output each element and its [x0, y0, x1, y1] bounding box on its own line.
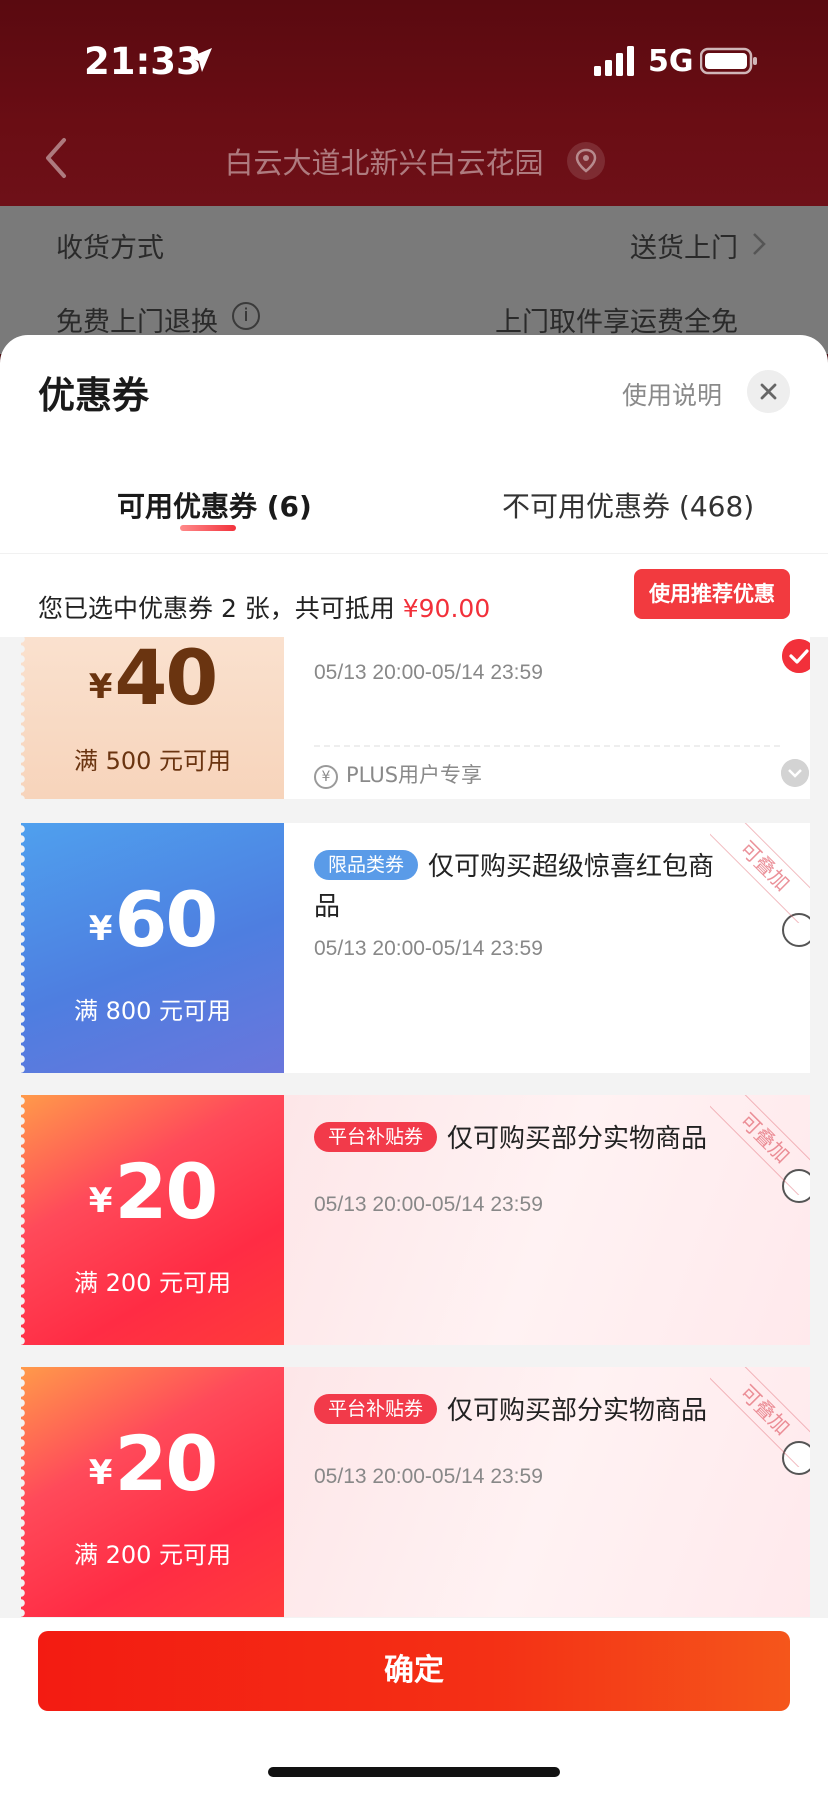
free-return-label: 免费上门退换 [56, 307, 218, 338]
coupon-checkbox-checked[interactable] [782, 639, 810, 673]
coupon-value-panel: ¥20 满 200 元可用 [21, 1367, 284, 1617]
location-arrow-icon [188, 48, 212, 72]
status-bar: 21:33 5G [0, 0, 828, 120]
coupon-value-panel: ¥60 满 800 元可用 [21, 823, 284, 1073]
tab-available[interactable]: 可用优惠券 (6) [117, 485, 312, 525]
coupon-info-panel: 05/13 20:00-05/14 23:59 ¥ PLUS用户专享 [284, 637, 810, 799]
delivery-method-label: 收货方式 [56, 233, 164, 264]
coupon-card[interactable]: ¥20 满 200 元可用 平台补贴券 仅可购买部分实物商品 05/13 20:0… [21, 1095, 810, 1345]
coupon-validity: 05/13 20:00-05/14 23:59 [314, 937, 543, 960]
coupon-amount: ¥20 [88, 1147, 218, 1236]
summary-label: 您已选中优惠券 2 张，共可抵用 [38, 594, 403, 623]
active-tab-indicator [180, 525, 236, 531]
info-icon[interactable]: i [232, 302, 260, 330]
coupon-amount: ¥20 [88, 1419, 218, 1508]
coupon-list[interactable]: ¥40 满 500 元可用 05/13 20:00-05/14 23:59 ¥ P… [0, 637, 828, 1637]
home-indicator [268, 1767, 560, 1777]
coupon-amount: ¥60 [88, 875, 218, 964]
coupon-validity: 05/13 20:00-05/14 23:59 [314, 661, 543, 684]
network-label: 5G [648, 44, 694, 79]
coupon-card[interactable]: ¥40 满 500 元可用 05/13 20:00-05/14 23:59 ¥ P… [21, 637, 810, 799]
coupon-validity: 05/13 20:00-05/14 23:59 [314, 1193, 543, 1216]
status-time: 21:33 [84, 40, 202, 83]
close-button[interactable] [747, 370, 790, 413]
signal-icon [594, 46, 634, 76]
delivery-method-value: 送货上门 [630, 233, 738, 264]
coupon-value-panel: ¥20 满 200 元可用 [21, 1095, 284, 1345]
coupon-validity: 05/13 20:00-05/14 23:59 [314, 1465, 543, 1488]
coupon-info-panel: 平台补贴券 仅可购买部分实物商品 05/13 20:00-05/14 23:59 … [284, 1367, 810, 1617]
address-title: 白云大道北新兴白云花园 [224, 146, 544, 180]
coupon-tag: 平台补贴券 [314, 1394, 438, 1424]
plus-member-note: ¥ PLUS用户专享 [314, 759, 482, 789]
sheet-footer: 确定 [0, 1618, 828, 1796]
background-header: 21:33 5G 白云大道北新兴白云花园 [0, 0, 828, 206]
coupon-info-panel: 限品类券 仅可购买超级惊喜红包商品 05/13 20:00-05/14 23:59… [284, 823, 810, 1073]
use-recommended-button[interactable]: 使用推荐优惠 [634, 569, 790, 619]
coupon-description: 平台补贴券 仅可购买部分实物商品 [314, 1119, 734, 1159]
coupon-condition: 满 500 元可用 [73, 747, 232, 775]
summary-amount: ¥90.00 [402, 594, 491, 623]
stackable-badge: 可叠加 [710, 1367, 810, 1467]
tab-unavailable[interactable]: 不可用优惠券 (468) [502, 485, 754, 525]
yen-circle-icon: ¥ [314, 765, 338, 789]
battery-icon [700, 47, 757, 75]
coupon-divider [314, 745, 780, 747]
coupon-amount: ¥40 [88, 637, 218, 722]
coupon-condition: 满 800 元可用 [73, 997, 232, 1025]
chevron-right-icon [753, 233, 766, 255]
delivery-method-row[interactable]: 收货方式 送货上门 [0, 206, 828, 280]
stackable-badge: 可叠加 [710, 1095, 810, 1195]
coupon-tag: 限品类券 [314, 850, 419, 880]
sheet-title: 优惠券 [38, 374, 149, 417]
coupon-tag: 平台补贴券 [314, 1122, 438, 1152]
coupon-sheet: 优惠券 使用说明 可用优惠券 (6) 不可用优惠券 (468) 您已选中优惠券 … [0, 335, 828, 1796]
summary-text: 您已选中优惠券 2 张，共可抵用 ¥90.00 [38, 589, 490, 625]
coupon-description: 平台补贴券 仅可购买部分实物商品 [314, 1391, 734, 1431]
confirm-button[interactable]: 确定 [38, 1631, 790, 1711]
free-return-value: 上门取件享运费全免 [495, 307, 738, 338]
location-pin-icon [567, 142, 605, 180]
expand-chevron-icon[interactable] [781, 759, 809, 787]
coupon-description: 限品类券 仅可购买超级惊喜红包商品 [314, 850, 715, 922]
stackable-badge: 可叠加 [710, 823, 810, 923]
coupon-info-panel: 平台补贴券 仅可购买部分实物商品 05/13 20:00-05/14 23:59 … [284, 1095, 810, 1345]
coupon-card[interactable]: ¥20 满 200 元可用 平台补贴券 仅可购买部分实物商品 05/13 20:0… [21, 1367, 810, 1617]
coupon-value-panel: ¥40 满 500 元可用 [21, 637, 284, 799]
coupon-card[interactable]: ¥60 满 800 元可用 限品类券 仅可购买超级惊喜红包商品 05/13 20:… [21, 823, 810, 1073]
coupon-condition: 满 200 元可用 [73, 1541, 232, 1569]
coupon-condition: 满 200 元可用 [73, 1269, 232, 1297]
usage-instructions-link[interactable]: 使用说明 [622, 376, 722, 412]
